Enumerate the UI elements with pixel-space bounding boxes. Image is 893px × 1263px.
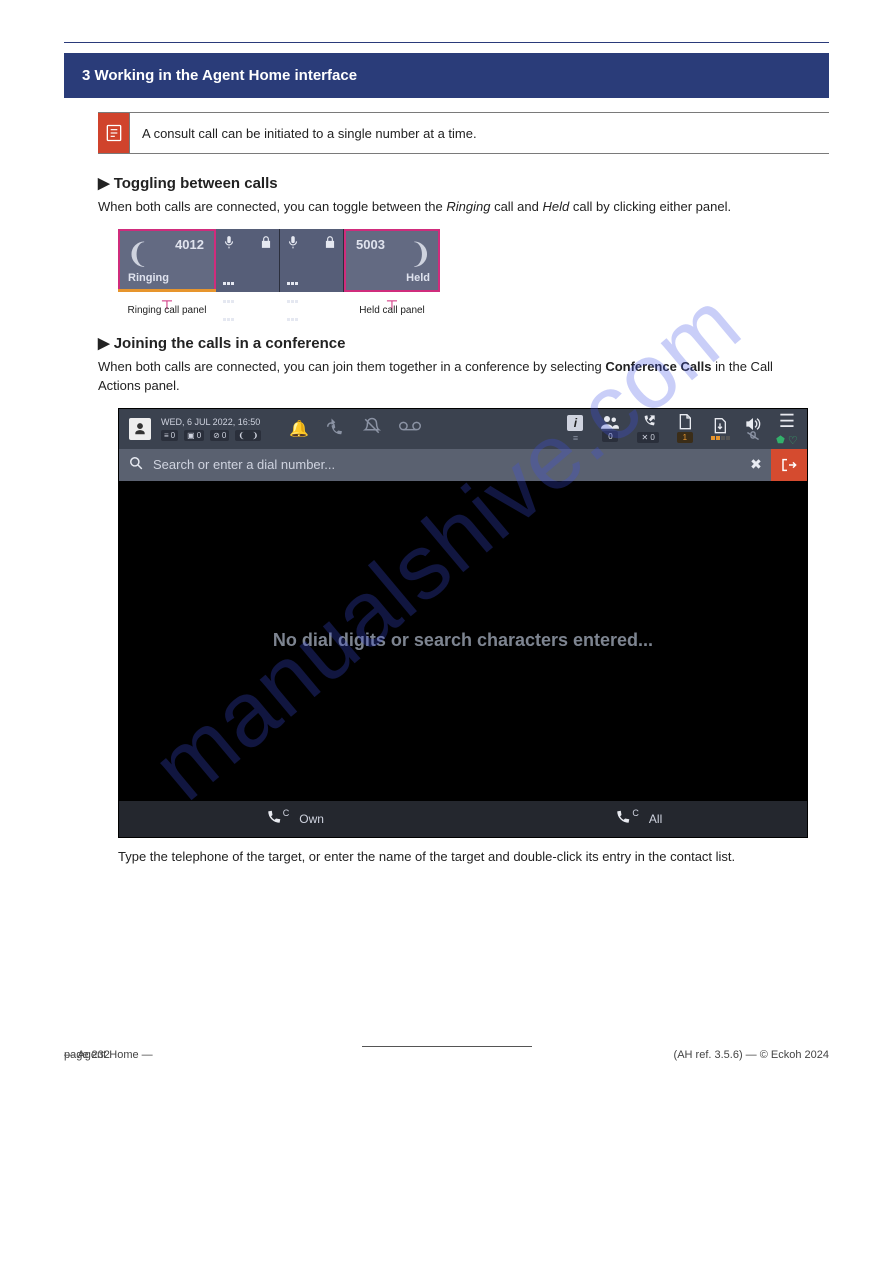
mic-off-small-icon bbox=[746, 431, 760, 441]
avatar[interactable] bbox=[129, 418, 151, 440]
call-own-label: Own bbox=[299, 812, 324, 826]
keypad-icon[interactable] bbox=[286, 273, 299, 286]
info-tile[interactable]: i ≡ bbox=[564, 413, 586, 445]
note-icon-cell bbox=[98, 113, 130, 153]
label-ringing: ┬ Ringing call panel bbox=[118, 295, 216, 316]
bottom-bar: C Own C All bbox=[119, 801, 807, 837]
status-dots bbox=[711, 436, 730, 440]
phone-outgoing-icon bbox=[640, 414, 656, 430]
health-icons: ⬟ ♡ bbox=[776, 434, 798, 447]
calls-tile[interactable]: ✕ 0 bbox=[634, 412, 661, 445]
footer-copyright: (AH ref. 3.5.6) — © Eckoh 2024 bbox=[674, 1049, 829, 1061]
page-footer: page 232 — Agent Home — (AH ref. 3.5.6) … bbox=[64, 1046, 829, 1061]
pointer-icon: ┬ bbox=[344, 295, 440, 305]
document-arrow-icon bbox=[713, 418, 727, 434]
bell-icon[interactable]: 🔔 bbox=[289, 419, 309, 439]
document-icon bbox=[678, 414, 692, 430]
mic-icon[interactable] bbox=[286, 235, 300, 249]
info-icon: i bbox=[567, 415, 583, 431]
ringing-call-panel[interactable]: ❨ 4012 Ringing bbox=[118, 229, 216, 292]
handset-icon: ❨ bbox=[409, 237, 432, 270]
footer-page: page 232 bbox=[64, 1049, 110, 1061]
top-rule bbox=[64, 42, 829, 43]
held-number: 5003 bbox=[356, 237, 385, 252]
search-input[interactable] bbox=[153, 457, 741, 472]
panel-label-row: ┬ Ringing call panel ┬ Held call panel bbox=[118, 295, 829, 316]
panel-controls-2 bbox=[280, 229, 344, 292]
heading-toggle: ▶ Toggling between calls bbox=[98, 174, 829, 192]
file-badge: 1 bbox=[677, 432, 693, 443]
hamburger-icon[interactable]: ☰ bbox=[773, 411, 801, 432]
status-counters: ≡ 0 ▣ 0 ⊘ 0 ❨ ❩ bbox=[161, 430, 261, 441]
conf-text-1: When both calls are connected, you can j… bbox=[98, 359, 605, 374]
phone-c-icon bbox=[613, 810, 630, 827]
toggle-text-3: call by clicking either panel. bbox=[573, 199, 731, 214]
held-call-panel[interactable]: 5003 ❨ Held bbox=[344, 229, 440, 292]
counter-a: ≡ 0 bbox=[161, 430, 178, 441]
handset-icon: ❨ bbox=[126, 237, 149, 270]
lock-icon[interactable] bbox=[323, 235, 337, 249]
toggle-text-1: When both calls are connected, you can t… bbox=[98, 199, 446, 214]
app-screenshot: WED, 6 JUL 2022, 16:50 ≡ 0 ▣ 0 ⊘ 0 ❨ ❩ 🔔 bbox=[118, 408, 808, 838]
contacts-tile[interactable]: 0 bbox=[598, 413, 622, 444]
panel-controls-1 bbox=[216, 229, 280, 292]
counter-b: ▣ 0 bbox=[184, 430, 204, 441]
held-status: Held bbox=[354, 272, 430, 284]
shield-ok-icon: ⬟ bbox=[776, 435, 785, 446]
note-callout: A consult call can be initiated to a sin… bbox=[98, 112, 829, 154]
datetime-text: WED, 6 JUL 2022, 16:50 bbox=[161, 417, 261, 427]
voicemail-icon[interactable] bbox=[399, 419, 421, 438]
ringing-status: Ringing bbox=[128, 272, 206, 284]
body-conference: When both calls are connected, you can j… bbox=[98, 358, 809, 396]
call-all-label: All bbox=[649, 812, 662, 826]
contacts-icon bbox=[601, 415, 619, 429]
empty-message: No dial digits or search characters ente… bbox=[273, 630, 653, 651]
file-tile[interactable]: 1 bbox=[674, 412, 696, 445]
counter-calls: ❨ ❩ bbox=[235, 430, 261, 441]
speaker-icon bbox=[745, 417, 761, 431]
mic-icon[interactable] bbox=[222, 235, 236, 249]
call-all-button[interactable]: C All bbox=[613, 810, 662, 827]
clear-icon[interactable]: ✖ bbox=[741, 456, 771, 473]
counter-c: ⊘ 0 bbox=[210, 430, 229, 441]
pointer-icon: ┬ bbox=[118, 295, 216, 305]
volume-tile[interactable] bbox=[745, 417, 761, 441]
toggle-text-2: call and bbox=[494, 199, 542, 214]
keypad-icon[interactable] bbox=[222, 273, 235, 286]
ringing-number: 4012 bbox=[175, 237, 204, 252]
empty-state: No dial digits or search characters ente… bbox=[119, 481, 807, 801]
lock-icon[interactable] bbox=[259, 235, 273, 249]
call-own-button[interactable]: C Own bbox=[264, 810, 324, 827]
user-icon bbox=[133, 422, 147, 436]
body-toggle: When both calls are connected, you can t… bbox=[98, 198, 809, 217]
label-held: ┬ Held call panel bbox=[344, 295, 440, 316]
section-banner: 3 Working in the Agent Home interface bbox=[64, 53, 829, 98]
info-sub-icon: ≡ bbox=[573, 433, 578, 443]
file2-tile[interactable] bbox=[708, 416, 733, 442]
term-ringing: Ringing bbox=[446, 199, 490, 214]
heading-conference: ▶ Joining the calls in a conference bbox=[98, 334, 829, 352]
instruction-text: Type the telephone of the target, or ent… bbox=[118, 848, 809, 867]
bell-off-icon[interactable] bbox=[363, 417, 381, 440]
conf-link-text: Conference Calls bbox=[605, 359, 711, 374]
search-icon[interactable] bbox=[119, 456, 153, 473]
note-document-icon bbox=[104, 123, 124, 143]
search-bar: ✖ bbox=[119, 449, 807, 481]
heart-icon: ♡ bbox=[788, 434, 798, 447]
note-text: A consult call can be initiated to a sin… bbox=[130, 116, 489, 151]
contacts-badge: 0 bbox=[602, 431, 618, 442]
calls-badge: ✕ 0 bbox=[637, 432, 658, 443]
term-held: Held bbox=[542, 199, 569, 214]
app-topbar: WED, 6 JUL 2022, 16:50 ≡ 0 ▣ 0 ⊘ 0 ❨ ❩ 🔔 bbox=[119, 409, 807, 449]
phone-c-icon bbox=[264, 810, 281, 827]
exit-button[interactable] bbox=[771, 449, 807, 481]
call-panel-strip: ❨ 4012 Ringing 5003 ❨ Held bbox=[118, 229, 829, 292]
transfer-icon[interactable] bbox=[327, 417, 345, 440]
